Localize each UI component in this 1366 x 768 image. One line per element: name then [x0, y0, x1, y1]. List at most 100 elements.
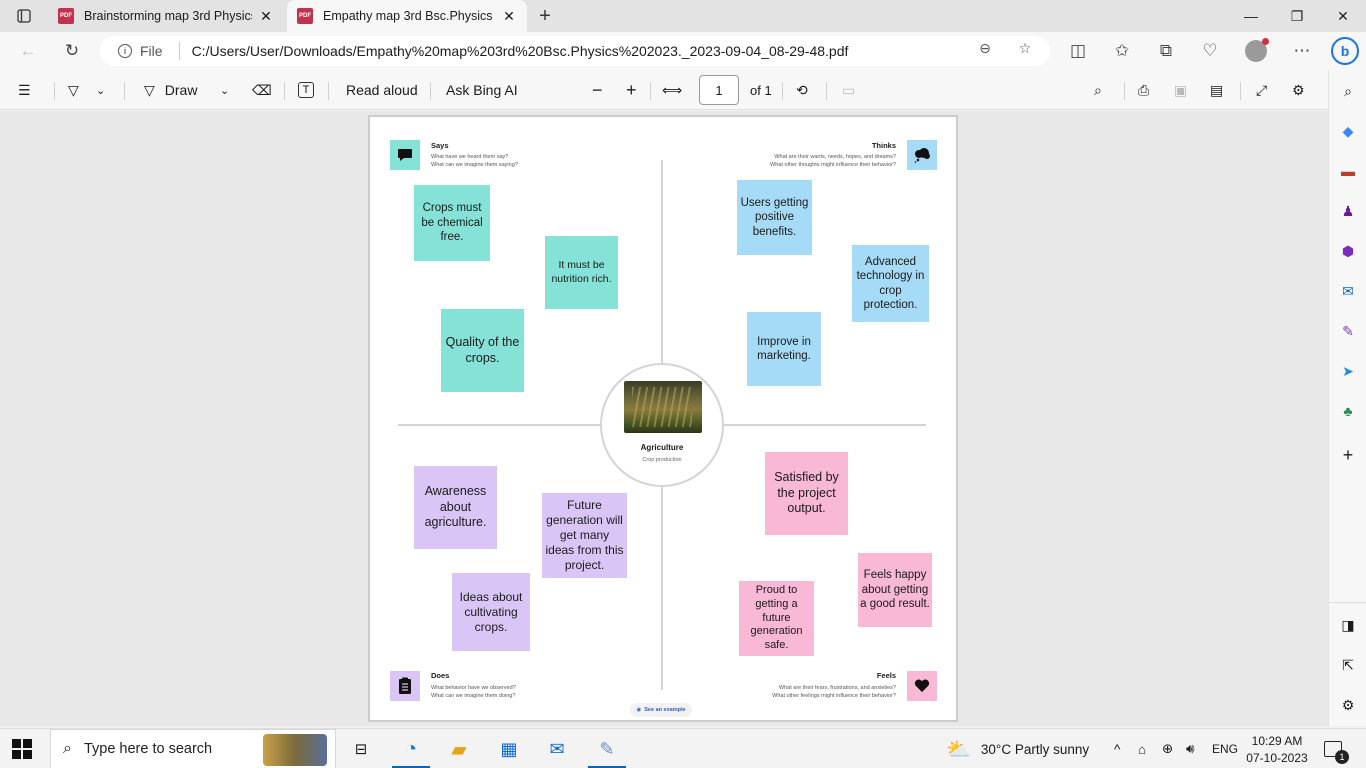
- volume-icon[interactable]: 🔊︎: [1186, 729, 1195, 768]
- chevron-down-icon[interactable]: ⌄: [96, 78, 105, 102]
- collections-icon[interactable]: ⧉: [1154, 39, 1178, 63]
- info-icon[interactable]: i: [118, 44, 132, 58]
- divider: [124, 82, 125, 100]
- thinks-prompt-2: What other thoughts might influence thei…: [770, 162, 896, 168]
- minimize-button[interactable]: —: [1228, 0, 1274, 32]
- heart-icon: [907, 671, 937, 701]
- tab-empathy[interactable]: PDF Empathy map 3rd Bsc.Physics 20 ✕: [287, 0, 527, 32]
- edge-icon[interactable]: ◔: [398, 736, 424, 762]
- rotate-icon[interactable]: ⟲: [796, 78, 808, 102]
- see-example-label: See an example: [644, 707, 686, 713]
- feels-title: Feels: [876, 671, 896, 680]
- games-icon[interactable]: ♟: [1337, 200, 1359, 222]
- shopping-tag-icon[interactable]: ◆: [1337, 120, 1359, 142]
- add-icon[interactable]: +: [1337, 444, 1359, 466]
- divider: [1329, 602, 1366, 603]
- eraser-icon[interactable]: ⌫: [252, 78, 272, 102]
- sidebar-toggle-icon[interactable]: ◨: [1337, 614, 1359, 636]
- more-menu-icon[interactable]: ⋯: [1290, 39, 1314, 63]
- read-aloud-button[interactable]: Read aloud: [346, 78, 418, 102]
- feels-prompt-1: What are their fears, frustrations, and …: [778, 685, 896, 691]
- file-explorer-icon[interactable]: ▰: [446, 736, 472, 762]
- taskbar-search-input[interactable]: ⌕ Type here to search: [50, 729, 336, 768]
- sticky-note: Satisfied by the project output.: [765, 452, 848, 535]
- horizontal-divider: [398, 424, 600, 426]
- save-as-icon[interactable]: ▤: [1210, 78, 1223, 102]
- ask-ai-button[interactable]: Ask Bing AI: [446, 78, 518, 102]
- windows-start-icon[interactable]: [12, 739, 34, 761]
- mail-icon[interactable]: ✉: [544, 736, 570, 762]
- tree-icon[interactable]: ♣: [1337, 400, 1359, 422]
- thought-cloud-icon: [907, 140, 937, 170]
- tab-title: Brainstorming map 3rd Physics 2: [84, 9, 252, 23]
- print-icon[interactable]: ⎙: [1138, 78, 1149, 102]
- refresh-icon[interactable]: ↻: [60, 39, 84, 63]
- fullscreen-icon[interactable]: ⤢: [1256, 78, 1267, 102]
- zoom-in-icon[interactable]: +: [626, 78, 637, 102]
- text-icon[interactable]: T: [298, 78, 314, 102]
- performance-icon[interactable]: ♡: [1198, 39, 1222, 63]
- sticky-note: Improve in marketing.: [747, 312, 821, 386]
- sticky-note: Advanced technology in crop protection.: [852, 245, 929, 322]
- office-icon[interactable]: ⬢: [1337, 240, 1359, 262]
- task-view-icon[interactable]: ⊟: [348, 736, 374, 762]
- drop-icon[interactable]: ➤: [1337, 360, 1359, 382]
- address-bar[interactable]: i File C:/Users/User/Downloads/Empathy%2…: [100, 36, 1050, 66]
- contents-icon[interactable]: ☰: [18, 78, 31, 102]
- divider: [782, 82, 783, 100]
- sticky-note: Ideas about cultivating crops.: [452, 573, 530, 651]
- meet-now-icon[interactable]: ⌂: [1138, 729, 1146, 768]
- new-tab-button[interactable]: +: [534, 4, 556, 28]
- favorites-icon[interactable]: ✩: [1110, 39, 1134, 63]
- draw-button[interactable]: ▽ Draw: [144, 78, 197, 102]
- divider: [1124, 82, 1125, 100]
- settings-gear-icon[interactable]: ⚙: [1292, 78, 1305, 102]
- taskbar: ⌕ Type here to search ⊟ ◔ ▰ ▦ ✉ ✎ ⛅ 30°C…: [0, 728, 1366, 768]
- highlight-icon[interactable]: ▽: [68, 78, 79, 102]
- says-prompt-1: What have we heard them say?: [431, 154, 509, 160]
- tab-actions-icon[interactable]: [10, 6, 38, 26]
- sticky-note: It must be nutrition rich.: [545, 236, 618, 309]
- url-text[interactable]: C:/Users/User/Downloads/Empathy%20map%20…: [192, 43, 849, 59]
- save-icon[interactable]: ▣: [1174, 78, 1187, 102]
- horizontal-divider: [724, 424, 926, 426]
- network-globe-icon[interactable]: ⊕: [1162, 729, 1173, 768]
- back-icon[interactable]: ←: [16, 39, 40, 63]
- clock[interactable]: 10:29 AM 07-10-2023: [1246, 729, 1308, 768]
- zoom-out-icon[interactable]: −: [592, 78, 603, 102]
- external-link-icon[interactable]: ⇱: [1337, 654, 1359, 676]
- page-view-icon[interactable]: ▭: [842, 78, 855, 102]
- sticky-note: Proud to getting a future generation saf…: [739, 581, 814, 656]
- divider: [1240, 82, 1241, 100]
- paint-icon[interactable]: ✎: [594, 736, 620, 762]
- search-icon[interactable]: ⌕: [1337, 80, 1359, 102]
- notifications-icon[interactable]: 1: [1324, 729, 1349, 768]
- outlook-icon[interactable]: ✉: [1337, 280, 1359, 302]
- store-icon[interactable]: ▦: [496, 736, 522, 762]
- pdf-viewer: Says What have we heard them say? What c…: [0, 111, 1328, 726]
- profile-avatar[interactable]: [1244, 38, 1269, 63]
- sidebar-settings-icon[interactable]: ⚙: [1337, 694, 1359, 716]
- search-icon[interactable]: ⌕: [1094, 78, 1102, 102]
- chevron-down-icon[interactable]: ⌄: [220, 78, 229, 102]
- fit-page-icon[interactable]: ⟺: [662, 78, 682, 102]
- tab-brainstorming[interactable]: PDF Brainstorming map 3rd Physics 2 ✕: [48, 0, 284, 32]
- designer-icon[interactable]: ✎: [1337, 320, 1359, 342]
- page-total: of 1: [750, 82, 772, 98]
- see-example-button[interactable]: ◉ See an example: [630, 703, 692, 717]
- close-window-button[interactable]: ✕: [1320, 0, 1366, 32]
- restore-button[interactable]: ❐: [1274, 0, 1320, 32]
- show-hidden-icons[interactable]: ^: [1114, 729, 1120, 768]
- bing-copilot-icon[interactable]: b: [1330, 36, 1360, 66]
- tools-briefcase-icon[interactable]: ▬: [1337, 160, 1359, 182]
- split-screen-icon[interactable]: ◫: [1066, 39, 1090, 63]
- page-number-input[interactable]: 1: [699, 75, 739, 105]
- language-indicator[interactable]: ENG: [1212, 729, 1238, 768]
- close-icon[interactable]: ✕: [501, 8, 517, 24]
- divider: [650, 82, 651, 100]
- close-icon[interactable]: ✕: [258, 8, 274, 24]
- weather-widget[interactable]: ⛅ 30°C Partly sunny: [946, 729, 1089, 768]
- divider: [430, 82, 431, 100]
- zoom-icon[interactable]: ⊖: [976, 39, 994, 57]
- favorite-star-icon[interactable]: ☆: [1016, 39, 1034, 57]
